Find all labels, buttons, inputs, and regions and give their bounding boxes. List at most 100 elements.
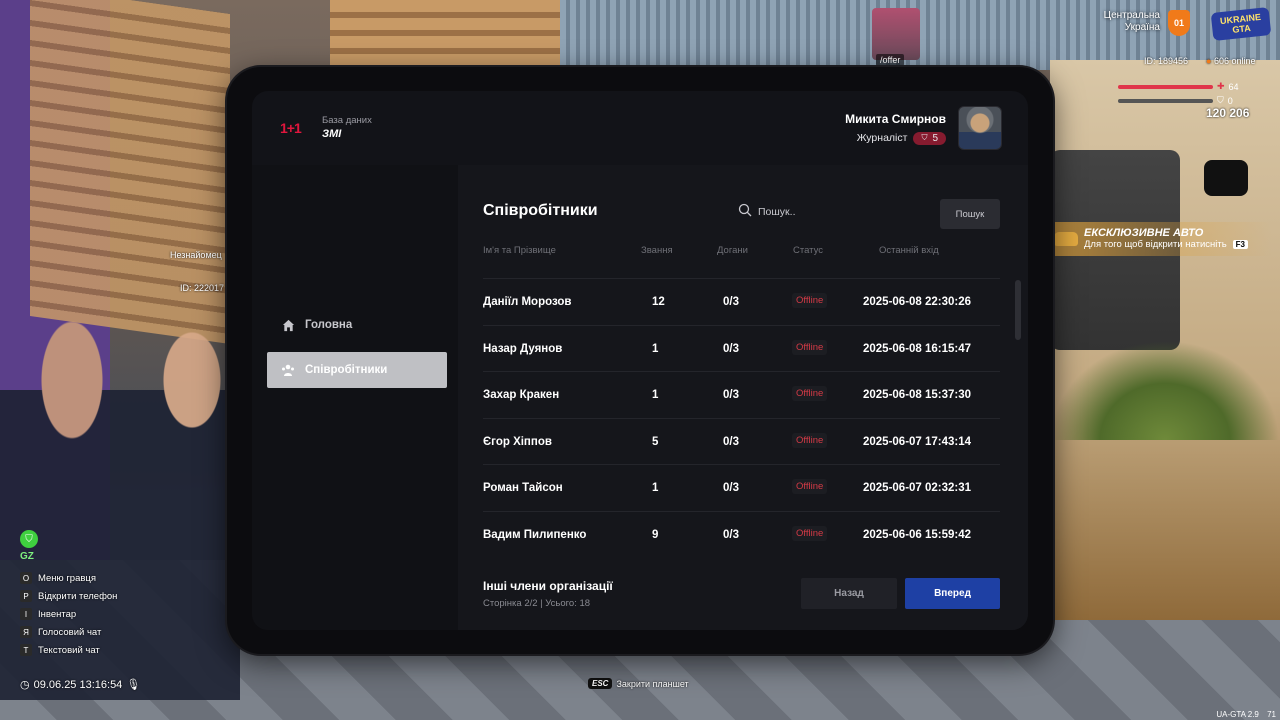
- cell-name: Назар Дуянов: [483, 342, 563, 355]
- tablet-frame: 1+1 База даних ЗМІ Микита Смирнов Журнал…: [227, 67, 1053, 654]
- cell-last-login: 2025-06-06 15:59:42: [863, 529, 972, 541]
- gz-label: GZ: [20, 551, 34, 562]
- column-rank: Звання: [641, 245, 673, 256]
- keybind-hints: ⛉ GZ O Меню гравця P Відкрити телефон I …: [20, 530, 117, 656]
- table-row[interactable]: Вадим Пилипенко 9 0/3 Offline 2025-06-06…: [483, 511, 1000, 558]
- search-button[interactable]: Пошук: [940, 199, 1000, 229]
- tablet-screen: 1+1 База даних ЗМІ Микита Смирнов Журнал…: [252, 91, 1028, 630]
- table-row[interactable]: Захар Кракен 1 0/3 Offline 2025-06-08 15…: [483, 371, 1000, 418]
- camera-icon: [1204, 160, 1248, 196]
- table-row[interactable]: Назар Дуянов 1 0/3 Offline 2025-06-08 16…: [483, 324, 1000, 372]
- brand-text: База даних ЗМІ: [322, 115, 372, 141]
- footer-title: Інші члени організації: [483, 579, 613, 593]
- sidebar-item-employees[interactable]: Співробітники: [267, 352, 447, 388]
- hint-label: Голосовий чат: [38, 626, 102, 638]
- hint-row: I Інвентар: [20, 608, 117, 620]
- hint-label: Меню гравця: [38, 572, 96, 584]
- health-value: 64: [1228, 81, 1239, 92]
- cell-last-login: 2025-06-08 22:30:26: [863, 296, 972, 308]
- sidebar-item-label: Співробітники: [305, 364, 388, 376]
- online-dot-icon: ●: [1206, 56, 1212, 66]
- search-input[interactable]: [758, 206, 908, 218]
- sidebar: Головна Співробітники: [252, 165, 458, 630]
- armor-bar: [1118, 98, 1213, 103]
- region-line1: Центральна: [1103, 10, 1160, 21]
- game-wood-panel: [330, 0, 560, 70]
- brand-subtitle: База даних: [322, 115, 372, 126]
- cell-rank: 9: [652, 529, 659, 541]
- npc-id-label: ID: 222017: [180, 283, 225, 293]
- hint-label: Інвентар: [38, 608, 77, 620]
- cell-rank: 1: [652, 342, 659, 355]
- home-icon: [281, 318, 295, 332]
- column-status: Статус: [793, 245, 824, 256]
- hint-row: Т Текстовий чат: [20, 644, 117, 656]
- health-icon: ✚: [1217, 81, 1225, 91]
- user-profile: Микита Смирнов Журналіст ⛉ 5: [845, 106, 1002, 150]
- cell-rank: 1: [652, 389, 659, 402]
- close-tablet-hint: ESC Закрити планшет: [588, 678, 689, 689]
- profile-role-row: Журналіст ⛉ 5: [845, 131, 946, 145]
- next-button[interactable]: Вперед: [905, 578, 1000, 609]
- hint-key: Я: [20, 626, 32, 638]
- brand-logo: 1+1: [280, 120, 302, 136]
- cell-name: Даніїл Морозов: [483, 296, 572, 308]
- status-badge: Offline: [792, 432, 828, 448]
- game-version: UA-GTA 2.9 71: [1216, 710, 1276, 719]
- cell-rank: 12: [652, 296, 665, 308]
- cell-name: Захар Кракен: [483, 389, 560, 402]
- table-scrollbar[interactable]: [1015, 280, 1021, 340]
- profile-text: Микита Смирнов Журналіст ⛉ 5: [845, 112, 946, 145]
- armor-value: 0: [1227, 95, 1233, 106]
- search-icon: [738, 203, 752, 222]
- online-count-text: 606 online: [1213, 56, 1256, 66]
- exclusive-car-subtitle-row: Для того щоб відкрити натисніть F3: [1084, 239, 1272, 250]
- hint-label: Текстовий чат: [38, 644, 100, 656]
- hint-key: I: [20, 608, 32, 620]
- health-bar: [1118, 84, 1213, 89]
- cell-last-login: 2025-06-07 17:43:14: [863, 435, 972, 448]
- sidebar-item-label: Головна: [305, 319, 353, 331]
- cell-rank: 1: [652, 482, 659, 495]
- pagination-info: Сторінка 2/2 | Усього: 18: [483, 598, 591, 609]
- armor-icon: ⛉: [1217, 95, 1224, 105]
- table-row[interactable]: Даніїл Морозов 12 0/3 Offline 2025-06-08…: [483, 278, 1000, 325]
- profile-role: Журналіст: [856, 132, 908, 144]
- offer-player-avatar[interactable]: [872, 8, 920, 60]
- hint-row: Я Голосовий чат: [20, 626, 117, 638]
- rank-value: 5: [932, 132, 938, 144]
- cell-name: Єгор Хіппов: [483, 435, 552, 448]
- esc-key: ESC: [588, 678, 613, 689]
- game-plant: [1050, 340, 1280, 440]
- cell-name: Роман Тайсон: [483, 482, 563, 495]
- cell-last-login: 2025-06-08 15:37:30: [863, 389, 972, 402]
- exclusive-car-banner[interactable]: ЕКСКЛЮЗИВНЕ АВТО Для того щоб відкрити н…: [1052, 222, 1272, 256]
- main-content: Співробітники Пошук Ім'я та Прізвище Зва…: [458, 165, 1028, 630]
- table-row[interactable]: Роман Тайсон 1 0/3 Offline 2025-06-07 02…: [483, 464, 1000, 511]
- exclusive-car-subtitle: Для того щоб відкрити натисніть: [1084, 239, 1227, 250]
- status-badge: Offline: [792, 339, 828, 355]
- users-icon: [281, 363, 295, 377]
- cell-warnings: 0/3: [723, 389, 739, 402]
- brand-header: 1+1 База даних ЗМІ: [280, 115, 372, 141]
- region-name: Центральна Україна: [1080, 10, 1160, 34]
- cell-last-login: 2025-06-08 16:15:47: [863, 342, 972, 355]
- table-row[interactable]: Єгор Хіппов 5 0/3 Offline 2025-06-07 17:…: [483, 417, 1000, 465]
- cell-warnings: 0/3: [723, 435, 739, 448]
- rank-shield-icon: ⛉: [921, 133, 928, 142]
- npc-unknown-label: Незнайомец: [150, 250, 222, 260]
- cell-rank: 5: [652, 435, 659, 448]
- clock-icon: ◷: [20, 679, 30, 691]
- hint-label: Відкрити телефон: [38, 590, 118, 602]
- cell-last-login: 2025-06-07 02:32:31: [863, 482, 972, 495]
- money-value: 120 206: [1206, 106, 1250, 120]
- cell-warnings: 0/3: [723, 482, 739, 495]
- region-shield-number: 01: [1173, 18, 1184, 28]
- avatar: [958, 106, 1002, 150]
- exclusive-car-key: F3: [1232, 240, 1249, 249]
- page-title: Співробітники: [483, 202, 598, 219]
- column-name: Ім'я та Прізвище: [483, 245, 556, 256]
- back-button[interactable]: Назад: [801, 578, 897, 609]
- status-badge: Offline: [792, 526, 828, 541]
- sidebar-item-home[interactable]: Головна: [267, 307, 447, 343]
